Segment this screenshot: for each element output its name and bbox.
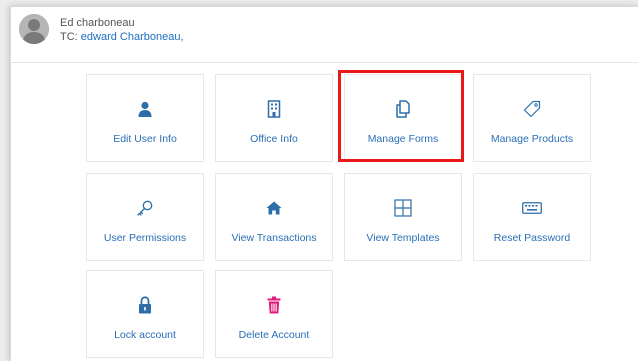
tile-label: Office Info: [250, 133, 298, 145]
edit-user-info-tile[interactable]: Edit User Info: [86, 74, 204, 162]
copy-icon: [396, 100, 410, 118]
keyboard-icon: [522, 202, 542, 214]
home-icon: [266, 201, 282, 215]
key-icon: [137, 200, 153, 216]
tile-label: Lock account: [114, 329, 176, 341]
tc-prefix: TC:: [60, 31, 81, 43]
building-icon: [267, 100, 281, 118]
user-permissions-tile[interactable]: User Permissions: [86, 173, 204, 261]
tile-label: View Transactions: [231, 232, 317, 244]
view-templates-tile[interactable]: View Templates: [344, 173, 462, 261]
tc-line: TC: edward Charboneau,: [60, 31, 184, 43]
user-silhouette-icon: [19, 14, 49, 44]
lock-account-tile[interactable]: Lock account: [86, 270, 204, 358]
lock-icon: [139, 296, 151, 314]
avatar: [19, 14, 49, 44]
view-transactions-tile[interactable]: View Transactions: [215, 173, 333, 261]
account-panel: Ed charboneau TC: edward Charboneau, Edi…: [10, 6, 638, 361]
user-icon: [138, 101, 152, 117]
tile-label: Delete Account: [238, 329, 310, 341]
tile-label: Manage Products: [490, 133, 574, 145]
tile-label: View Templates: [366, 232, 440, 244]
user-header: Ed charboneau TC: edward Charboneau,: [11, 7, 638, 63]
manage-products-tile[interactable]: Manage Products: [473, 74, 591, 162]
reset-password-tile[interactable]: Reset Password: [473, 173, 591, 261]
tile-label: User Permissions: [103, 232, 187, 244]
tile-label: Manage Forms: [367, 133, 439, 145]
delete-account-tile[interactable]: Delete Account: [215, 270, 333, 358]
user-name: Ed charboneau: [60, 17, 135, 29]
tc-user-link[interactable]: edward Charboneau,: [81, 31, 184, 43]
tag-icon: [523, 100, 541, 118]
layout-icon: [394, 199, 412, 217]
tile-label: Reset Password: [493, 232, 571, 244]
trash-icon: [267, 296, 281, 314]
manage-forms-tile[interactable]: Manage Forms: [344, 74, 462, 162]
tile-label: Edit User Info: [113, 133, 177, 145]
office-info-tile[interactable]: Office Info: [215, 74, 333, 162]
